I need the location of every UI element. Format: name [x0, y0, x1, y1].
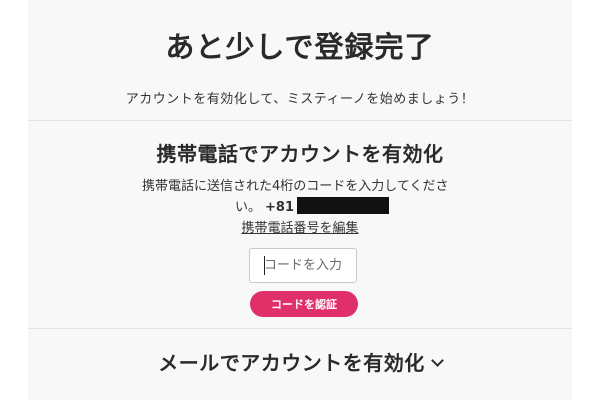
page-subtitle: アカウントを有効化して、ミスティーノを始めましょう！	[125, 92, 475, 107]
redacted-phone-number	[297, 197, 389, 214]
phone-country-code: +81	[265, 200, 294, 215]
phone-instructions: 携帯電話に送信された4桁のコードを入力してくださ い。 +81	[142, 176, 482, 218]
registration-card: あと少しで登録完了 アカウントを有効化して、ミスティーノを始めましょう！ 携帯電…	[28, 0, 572, 400]
divider	[28, 328, 572, 329]
instructions-line-2: い。 +81	[142, 197, 482, 218]
mail-activation-toggle[interactable]: メールでアカウントを有効化	[28, 347, 572, 376]
edit-phone-link[interactable]: 携帯電話番号を編集	[28, 217, 572, 236]
verify-code-button[interactable]: コードを認証	[250, 291, 358, 317]
page-title: あと少しで登録完了	[165, 30, 435, 64]
instructions-line-2-text: い。	[235, 200, 262, 215]
phone-section-title: 携帯電話でアカウントを有効化	[156, 142, 444, 166]
text-caret	[264, 256, 265, 275]
code-input[interactable]	[249, 248, 357, 283]
instructions-line-1: 携帯電話に送信された4桁のコードを入力してくださ	[142, 179, 449, 194]
divider	[28, 120, 572, 121]
mail-activation-label: メールでアカウントを有効化	[158, 351, 425, 375]
chevron-down-icon	[430, 354, 444, 367]
